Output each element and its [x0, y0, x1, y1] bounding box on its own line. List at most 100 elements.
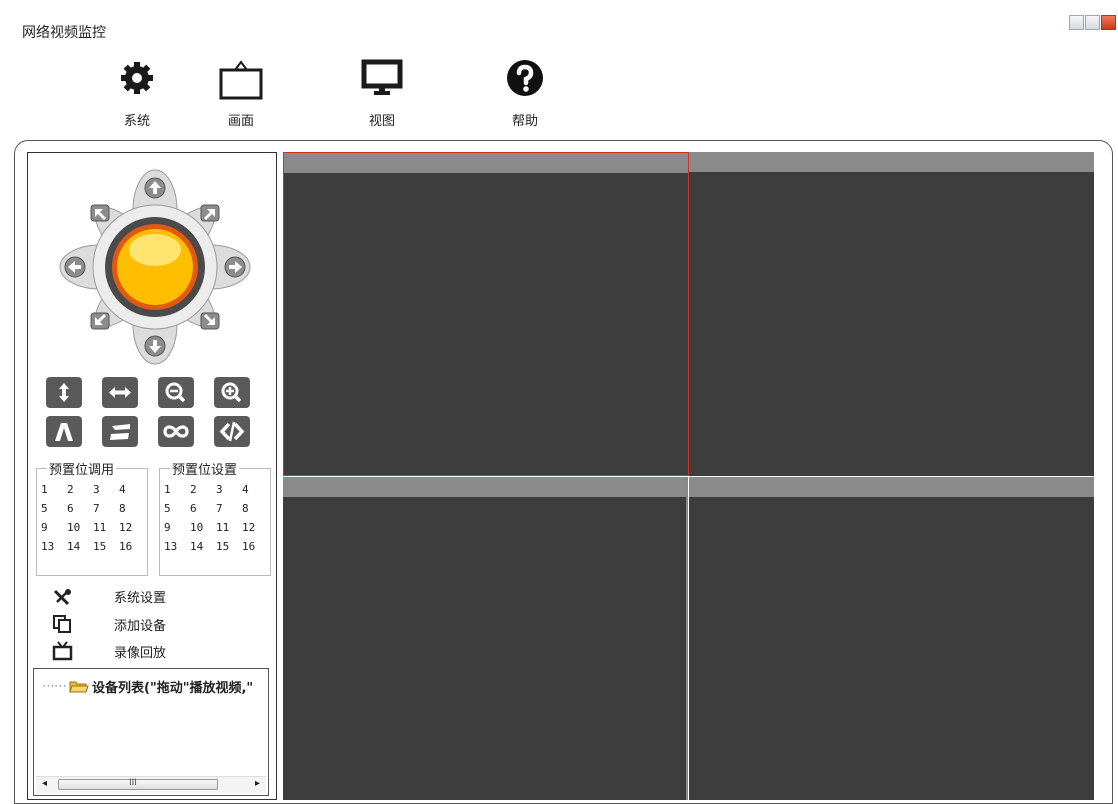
preset-call-1[interactable]: 1	[41, 483, 67, 496]
up-arrow-icon[interactable]	[144, 177, 166, 199]
preset-set-2[interactable]: 2	[190, 483, 216, 496]
focus-near-icon	[55, 423, 73, 441]
video-pane-2[interactable]	[689, 152, 1094, 476]
focus-far-icon	[110, 424, 130, 440]
scroll-thumb[interactable]: III	[58, 778, 218, 790]
preset-call-13[interactable]: 13	[41, 540, 67, 553]
preset-call-4[interactable]: 4	[119, 483, 145, 496]
preset-set-15[interactable]: 15	[216, 540, 242, 553]
video-pane-4-titlebar	[689, 477, 1094, 497]
preset-set-13[interactable]: 13	[164, 540, 190, 553]
preset-call-12[interactable]: 12	[119, 521, 145, 534]
up-left-arrow-icon[interactable]	[90, 204, 110, 222]
zoom-in-icon	[221, 382, 242, 403]
horizontal-flip-icon	[109, 387, 131, 398]
view-label: 视图	[368, 114, 395, 129]
ptz-control	[59, 169, 251, 365]
gear-icon	[121, 62, 153, 94]
down-left-arrow-icon[interactable]	[90, 312, 110, 330]
preset-call-14[interactable]: 14	[67, 540, 93, 553]
video-pane-3[interactable]	[283, 477, 688, 800]
scroll-right-icon[interactable]: ▸	[255, 778, 260, 789]
preset-set-11[interactable]: 11	[216, 521, 242, 534]
preset-call-9[interactable]: 9	[41, 521, 67, 534]
preset-call-8[interactable]: 8	[119, 502, 145, 515]
system-button[interactable]: 系统	[92, 58, 182, 129]
preset-set-10[interactable]: 10	[190, 521, 216, 534]
preset-set-7[interactable]: 7	[216, 502, 242, 515]
preset-call-2[interactable]: 2	[67, 483, 93, 496]
preset-call-5[interactable]: 5	[41, 502, 67, 515]
video-pane-4[interactable]	[689, 477, 1094, 800]
vertical-flip-button[interactable]	[46, 377, 82, 408]
horizontal-scrollbar[interactable]: ◂ III ▸	[36, 776, 266, 793]
tv-icon	[52, 641, 73, 661]
scroll-thumb-grip: III	[129, 778, 137, 788]
maximize-button[interactable]	[1085, 15, 1100, 30]
preset-set-grid: 1 2 3 4 5 6 7 8 9 10 11 12 13 14 15 16	[164, 483, 268, 553]
frame-icon	[219, 60, 263, 100]
preset-set-title: 预置位设置	[170, 459, 240, 478]
zoom-out-button[interactable]	[158, 377, 194, 408]
preset-call-6[interactable]: 6	[67, 502, 93, 515]
iris-button[interactable]	[214, 416, 250, 447]
add-device-icon	[53, 615, 71, 633]
down-right-arrow-icon[interactable]	[200, 312, 220, 330]
preset-set-5[interactable]: 5	[164, 502, 190, 515]
infinity-button[interactable]	[158, 416, 194, 447]
tree-line: ⋯⋯	[42, 679, 67, 694]
focus-far-button[interactable]	[102, 416, 138, 447]
view-button[interactable]: 视图	[337, 58, 427, 129]
help-label: 帮助	[511, 114, 538, 129]
preset-call-7[interactable]: 7	[93, 502, 119, 515]
help-button[interactable]: 帮助	[480, 58, 570, 129]
preset-set-8[interactable]: 8	[242, 502, 268, 515]
minimize-button[interactable]	[1069, 15, 1084, 30]
down-arrow-icon[interactable]	[144, 335, 166, 357]
device-tree-root[interactable]: ⋯⋯ 设备列表("拖动"播放视频,"	[42, 677, 253, 696]
video-pane-1[interactable]	[283, 152, 689, 476]
iris-icon	[219, 421, 245, 442]
preset-set-3[interactable]: 3	[216, 483, 242, 496]
preset-set-12[interactable]: 12	[242, 521, 268, 534]
focus-near-button[interactable]	[46, 416, 82, 447]
preset-call-group: 预置位调用 1 2 3 4 5 6 7 8 9 10 11 12 13 14 15 16	[36, 459, 148, 576]
preset-set-4[interactable]: 4	[242, 483, 268, 496]
add-device-item[interactable]: 添加设备	[52, 614, 166, 634]
help-icon	[507, 60, 543, 96]
preset-call-16[interactable]: 16	[119, 540, 145, 553]
right-arrow-icon[interactable]	[224, 256, 246, 278]
screen-button[interactable]: 画面	[196, 58, 286, 129]
device-tree-root-label: 设备列表("拖动"播放视频,"	[92, 681, 254, 696]
preset-set-14[interactable]: 14	[190, 540, 216, 553]
preset-call-3[interactable]: 3	[93, 483, 119, 496]
device-tree[interactable]: ⋯⋯ 设备列表("拖动"播放视频," ◂ III ▸	[33, 668, 269, 796]
horizontal-flip-button[interactable]	[102, 377, 138, 408]
zoom-in-button[interactable]	[214, 377, 250, 408]
close-button[interactable]	[1101, 15, 1116, 30]
up-right-arrow-icon[interactable]	[200, 204, 220, 222]
preset-set-1[interactable]: 1	[164, 483, 190, 496]
preset-call-11[interactable]: 11	[93, 521, 119, 534]
zoom-out-icon	[165, 382, 186, 403]
preset-call-15[interactable]: 15	[93, 540, 119, 553]
playback-label: 录像回放	[114, 645, 167, 661]
preset-call-10[interactable]: 10	[67, 521, 93, 534]
vertical-flip-icon	[59, 383, 69, 402]
preset-set-6[interactable]: 6	[190, 502, 216, 515]
infinity-icon	[163, 425, 189, 438]
preset-set-9[interactable]: 9	[164, 521, 190, 534]
preset-set-16[interactable]: 16	[242, 540, 268, 553]
playback-item[interactable]: 录像回放	[52, 641, 166, 661]
screen-label: 画面	[227, 114, 254, 129]
window-controls	[1069, 15, 1116, 30]
system-settings-item[interactable]: 系统设置	[52, 587, 166, 606]
left-arrow-icon[interactable]	[64, 256, 86, 278]
add-device-label: 添加设备	[114, 618, 167, 634]
system-settings-label: 系统设置	[114, 591, 167, 606]
video-pane-3-titlebar	[283, 477, 686, 497]
video-pane-1-titlebar	[284, 153, 688, 173]
system-label: 系统	[123, 114, 150, 129]
video-pane-2-titlebar	[689, 152, 1094, 172]
scroll-left-icon[interactable]: ◂	[42, 778, 47, 789]
